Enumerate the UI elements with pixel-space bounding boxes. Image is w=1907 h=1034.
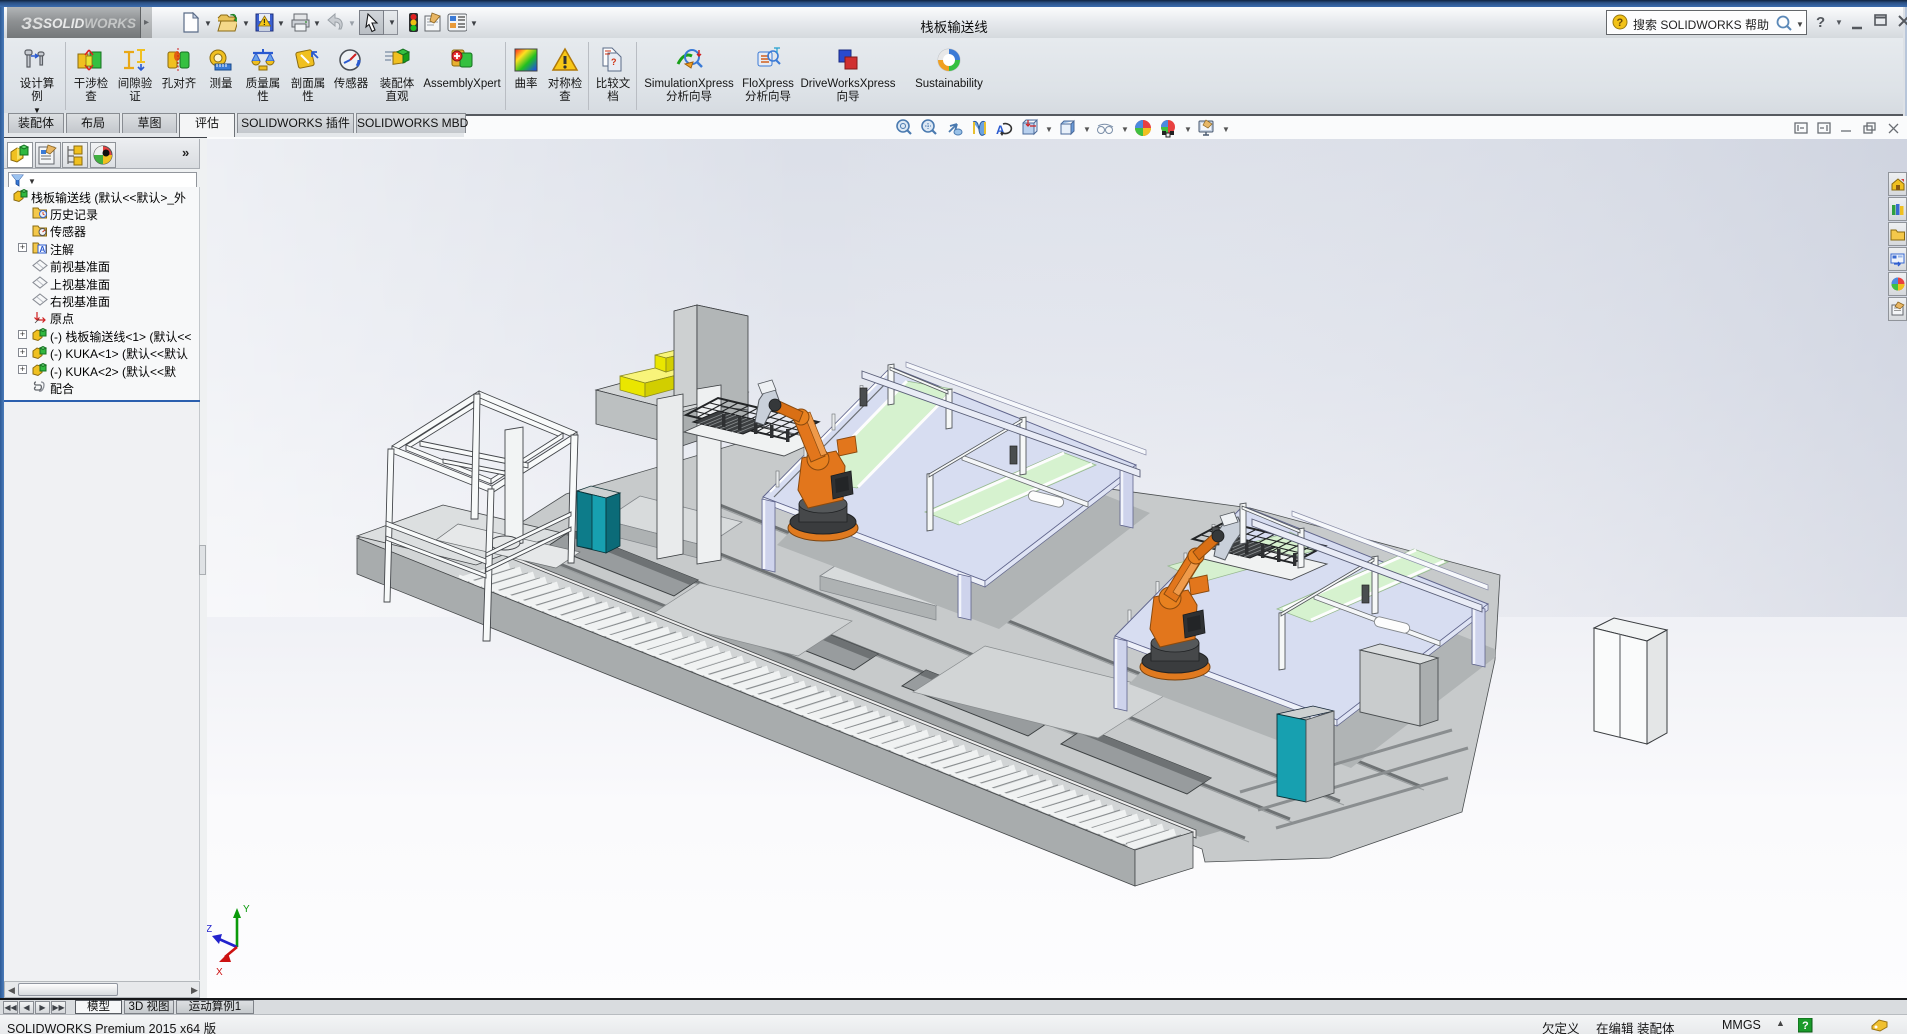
svg-text:X: X bbox=[216, 967, 223, 978]
svg-text:?: ? bbox=[611, 57, 617, 67]
svg-text:Z: Z bbox=[207, 924, 212, 935]
svg-text:?: ? bbox=[1802, 1020, 1809, 1032]
svg-text:!: ! bbox=[263, 18, 266, 27]
svg-text:ЗS: ЗS bbox=[21, 14, 44, 33]
svg-text:SOLIDWORKS: SOLIDWORKS bbox=[43, 16, 136, 31]
svg-text:A: A bbox=[996, 123, 1005, 137]
svg-text:Y: Y bbox=[243, 904, 250, 915]
svg-text:A: A bbox=[40, 245, 46, 254]
svg-text:?: ? bbox=[1617, 17, 1624, 29]
